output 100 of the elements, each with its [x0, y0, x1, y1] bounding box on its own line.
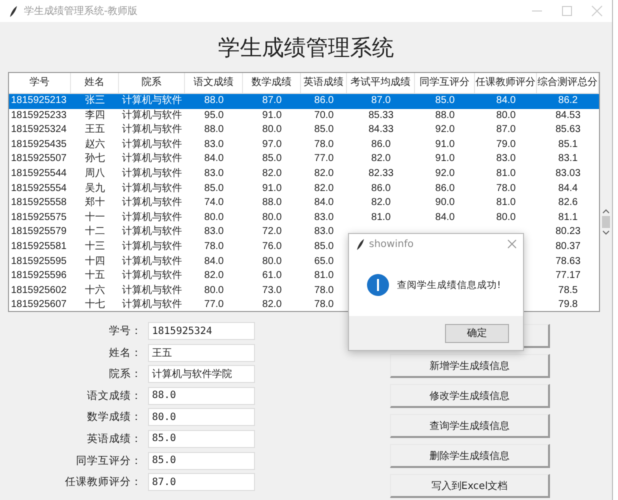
column-header[interactable]: 学号 — [9, 73, 71, 93]
close-icon[interactable] — [507, 239, 517, 249]
table-cell-text: 73.0 — [261, 284, 283, 298]
column-header[interactable]: 任课教师评分 — [475, 73, 537, 93]
table-cell-text: 十六 — [84, 284, 106, 298]
column-header[interactable]: 综合测评总分 — [537, 73, 599, 93]
column-header[interactable]: 考试平均成绩 — [347, 73, 415, 93]
table-cell-text: 82.6 — [557, 196, 579, 210]
table-cell-text: 计算机与软件 — [121, 240, 183, 254]
table-cell-text: 十五 — [84, 269, 106, 284]
table-cell-text: 91.0 — [261, 182, 283, 196]
table-cell-text: 78.0 — [313, 298, 335, 311]
field-label: 语文成绩： — [86, 388, 143, 403]
table-cell-text: 80.0 — [261, 210, 283, 225]
table-cell-text: 82.0 — [313, 166, 335, 181]
input-field[interactable]: 85.0 — [148, 430, 255, 448]
column-header[interactable]: 英语成绩 — [301, 73, 347, 93]
table-cell-text: 83.1 — [557, 152, 579, 166]
table-cell-text: 1815925233 — [10, 108, 68, 123]
table-cell-text: 80.0 — [495, 210, 517, 225]
table-cell-text: 88.0 — [434, 108, 456, 123]
field-label: 同学互评分： — [75, 454, 143, 468]
table-cell-text: 1815925596 — [10, 269, 68, 284]
input-field[interactable]: 1815925324 — [148, 322, 255, 340]
table-cell-text: 80.0 — [203, 284, 225, 298]
column-header[interactable]: 数学成绩 — [243, 73, 301, 93]
input-field[interactable]: 87.0 — [148, 473, 255, 492]
table-cell-text: 88.0 — [261, 196, 283, 210]
table-cell-text: 82.0 — [313, 182, 335, 196]
table-cell-text: 85.0 — [313, 240, 335, 254]
table-cell-text: 81.1 — [557, 210, 579, 225]
action-button[interactable]: 写入到Excel文档 — [390, 474, 550, 498]
input-field[interactable]: 80.0 — [148, 408, 255, 426]
action-button[interactable]: 查询学生成绩信息 — [390, 414, 550, 438]
table-cell-text: 82.0 — [261, 298, 283, 311]
table-cell-text: 81.0 — [495, 166, 517, 181]
input-field[interactable]: 85.0 — [148, 452, 255, 470]
column-header[interactable]: 语文成绩 — [185, 73, 243, 93]
table-cell-text: 计算机与软件 — [121, 138, 183, 152]
table-cell-text: 61.0 — [261, 269, 283, 284]
column-header[interactable]: 同学互评分 — [415, 73, 475, 93]
action-button[interactable]: 删除学生成绩信息 — [390, 444, 550, 468]
table-cell-text: 78.0 — [313, 138, 335, 152]
table-cell-text: 87.0 — [495, 123, 517, 138]
table-cell-text: 计算机与软件 — [121, 196, 183, 210]
table-cell-text: 十七 — [84, 298, 106, 311]
table-cell-text: 赵六 — [84, 138, 106, 152]
field-label: 数学成绩： — [86, 410, 143, 424]
input-field[interactable]: 88.0 — [148, 386, 255, 405]
feather-icon — [355, 238, 365, 250]
table-cell-text: 78.63 — [554, 254, 582, 269]
table-cell-text: 83.0 — [203, 166, 225, 181]
table-cell-text: 78.5 — [557, 284, 579, 298]
table-cell-text: 81.0 — [313, 269, 335, 284]
table-cell-text: 计算机与软件 — [121, 225, 183, 240]
table-cell-text: 78.0 — [313, 284, 335, 298]
table-cell-text: 86.0 — [370, 138, 392, 152]
table-cell-text: 86.0 — [313, 94, 335, 108]
table-cell-text: 李四 — [84, 108, 106, 123]
table-cell-text: 80.0 — [261, 123, 283, 138]
table-cell-text: 1815925579 — [10, 225, 68, 240]
table-cell-text: 十三 — [84, 240, 106, 254]
table-cell-text: 82.33 — [367, 166, 395, 181]
table-cell-text: 84.53 — [554, 108, 582, 123]
table-cell-text: 计算机与软件 — [121, 123, 183, 138]
input-field[interactable]: 王五 — [148, 344, 255, 362]
table-cell-text: 1815925435 — [10, 138, 68, 152]
table-cell-text: 十四 — [84, 254, 106, 269]
column-header[interactable]: 院系 — [119, 73, 185, 93]
table-cell-text: 计算机与软件 — [121, 210, 183, 225]
action-button[interactable]: 新增学生成绩信息 — [390, 354, 550, 378]
table-cell-text: 计算机与软件 — [121, 298, 183, 311]
action-button[interactable]: 修改学生成绩信息 — [390, 384, 550, 408]
table-cell-text: 72.0 — [261, 225, 283, 240]
table-cell-text: 张三 — [84, 94, 106, 108]
table-cell-text: 周八 — [84, 166, 106, 181]
selected-row[interactable]: 1815925213 张三 计算机与软件 88.0 87.0 86.0 87.0 85.0 84.0 86.2 — [9, 94, 599, 109]
input-field[interactable]: 计算机与软件学院 — [148, 365, 255, 384]
scroll-up-icon[interactable] — [602, 208, 610, 214]
table-cell-text: 1815925595 — [10, 254, 68, 269]
ok-button[interactable]: 确定 — [445, 324, 509, 342]
table-cell-text: 74.0 — [203, 196, 225, 210]
table-cell-text: 计算机与软件 — [121, 94, 183, 108]
table-cell-text: 86.0 — [370, 182, 392, 196]
table-cell-text: 计算机与软件 — [121, 152, 183, 166]
table-cell-text: 83.0 — [313, 225, 335, 240]
scroll-down-icon[interactable] — [602, 230, 610, 236]
table-cell-text: 85.0 — [434, 94, 456, 108]
table-cell-text: 65.0 — [313, 254, 335, 269]
scrollbar-thumb[interactable] — [602, 216, 610, 228]
table-cell-text: 85.63 — [554, 123, 582, 138]
table-cell-text: 80.0 — [495, 108, 517, 123]
table-cell-text: 计算机与软件 — [121, 269, 183, 284]
table-cell-text: 85.0 — [203, 182, 225, 196]
table-cell-text: 83.03 — [554, 166, 582, 181]
table-cell-text: 92.0 — [434, 123, 456, 138]
column-header[interactable]: 姓名 — [71, 73, 119, 93]
table-cell-text: 79.8 — [557, 298, 579, 311]
table-cell-text: 郑十 — [84, 196, 106, 210]
table-cell-text: 王五 — [84, 123, 106, 138]
